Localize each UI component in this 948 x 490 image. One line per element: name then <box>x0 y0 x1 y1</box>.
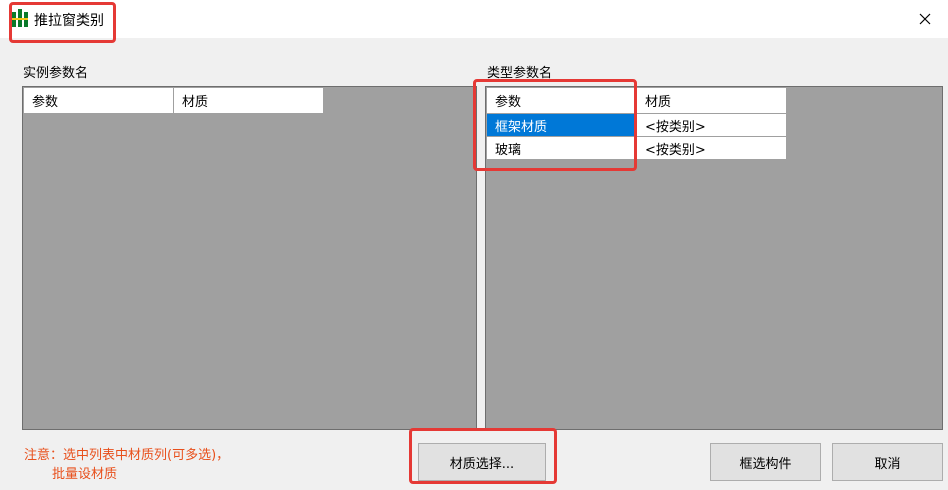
material-cell[interactable]: <按类别> <box>636 136 787 160</box>
material-cell[interactable]: <按类别> <box>636 113 787 137</box>
instance-params-label: 实例参数名 <box>23 66 89 81</box>
column-header-param[interactable]: 参数 <box>486 87 637 114</box>
app-icon <box>12 9 28 27</box>
type-params-grid[interactable]: 参数 材质 框架材质 <按类别> 玻璃 <按类别> <box>485 86 943 430</box>
select-material-button[interactable]: 材质选择... <box>418 443 546 481</box>
param-cell[interactable]: 玻璃 <box>486 136 637 160</box>
grid-header-row: 参数 材质 <box>486 87 787 114</box>
table-row[interactable]: 框架材质 <按类别> <box>486 113 787 137</box>
column-header-material[interactable]: 材质 <box>636 87 787 114</box>
select-components-button[interactable]: 框选构件 <box>710 443 821 481</box>
hint-note: 注意：选中列表中材质列(可多选)， 批量设材质 <box>24 446 229 484</box>
column-header-param[interactable]: 参数 <box>23 87 174 114</box>
hint-line-2: 批量设材质 <box>52 467 118 482</box>
hint-line-1: 注意：选中列表中材质列(可多选)， <box>24 448 230 463</box>
column-header-material[interactable]: 材质 <box>173 87 324 114</box>
close-icon <box>919 13 931 25</box>
window-title: 推拉窗类别 <box>34 13 104 29</box>
cancel-button[interactable]: 取消 <box>832 443 943 481</box>
type-params-label: 类型参数名 <box>487 66 553 81</box>
close-button[interactable] <box>902 0 948 38</box>
table-row[interactable]: 玻璃 <按类别> <box>486 136 787 160</box>
title-bar: 推拉窗类别 <box>0 0 948 38</box>
grid-header-row: 参数 材质 <box>23 87 324 114</box>
instance-params-grid[interactable]: 参数 材质 <box>22 86 477 430</box>
param-cell[interactable]: 框架材质 <box>486 113 637 137</box>
